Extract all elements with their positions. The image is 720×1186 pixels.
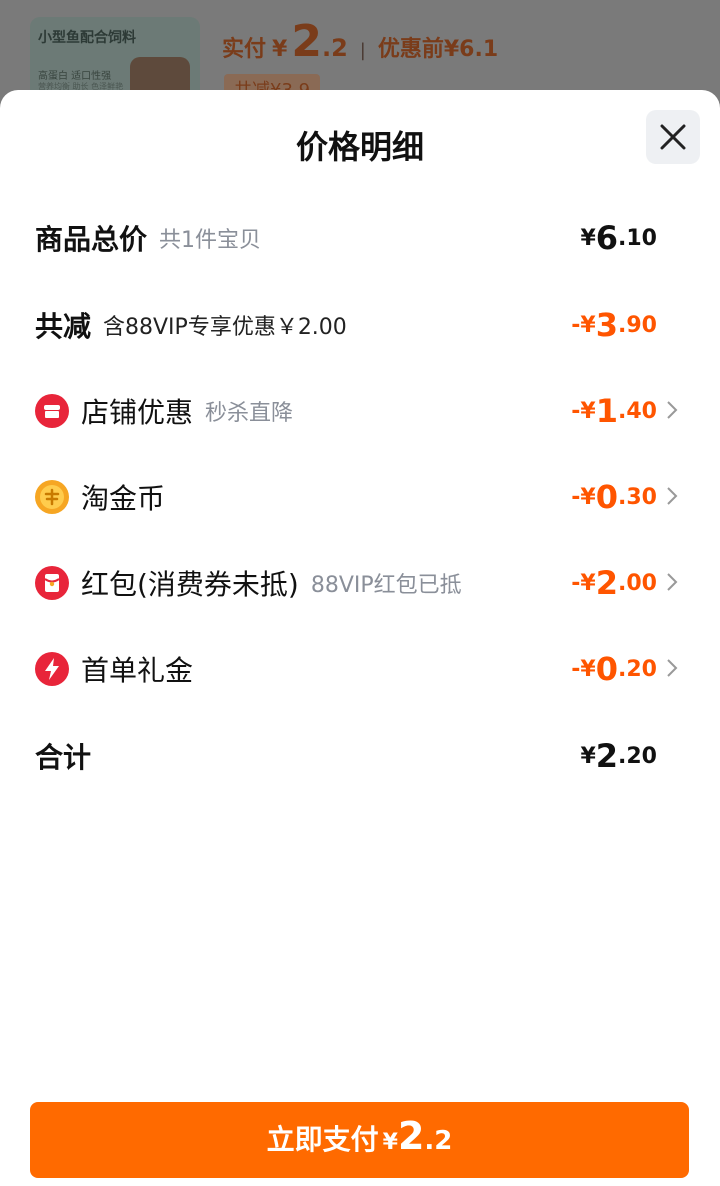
- row-amount: -¥ 3 .90: [571, 295, 657, 355]
- row-total-discount: 共减 含88VIP专享优惠￥2.00 -¥ 3 .90: [0, 295, 720, 355]
- row-title: 共减: [35, 310, 92, 343]
- chevron-right-icon: [667, 487, 678, 505]
- row-title: 淘金币: [81, 482, 166, 515]
- amount-dec: .10: [618, 225, 657, 251]
- original-price: 优惠前¥6.1: [377, 37, 499, 62]
- red-packet-icon: [35, 566, 69, 600]
- row-subtotal: 商品总价 共1件宝贝 ¥ 6 .10: [0, 208, 720, 268]
- amount-dec: .40: [618, 398, 657, 424]
- row-taojinbi[interactable]: 淘金币 -¥ 0 .30: [0, 467, 720, 527]
- close-button[interactable]: [646, 110, 700, 164]
- amount-sign: ¥: [580, 743, 596, 769]
- price-separator: |: [359, 40, 366, 61]
- row-shop-discount[interactable]: 店铺优惠 秒杀直降 -¥ 1 .40: [0, 381, 720, 441]
- amount-int: 3: [595, 306, 619, 344]
- background-price: 实付 ¥ 2 .2 | 优惠前¥6.1: [222, 16, 498, 67]
- amount-dec: .90: [618, 312, 657, 338]
- amount-dec: .20: [618, 743, 657, 769]
- row-subtitle: 88VIP红包已抵: [310, 573, 462, 598]
- coin-icon: [35, 480, 69, 514]
- price-yen: ¥: [272, 37, 288, 62]
- chevron-right-icon: [667, 573, 678, 591]
- row-subtitle: 共1件宝贝: [159, 228, 262, 253]
- amount-sign: -¥: [571, 656, 596, 682]
- row-amount: -¥ 0 .30: [571, 467, 657, 527]
- pay-yen: ¥: [382, 1130, 398, 1155]
- amount-sign: -¥: [571, 570, 596, 596]
- pay-label: 立即支付: [266, 1123, 379, 1156]
- row-subtitle: 含88VIP专享优惠￥2.00: [103, 315, 347, 340]
- pay-dec: .2: [424, 1126, 453, 1156]
- shop-icon: [35, 394, 69, 428]
- row-title: 合计: [35, 741, 92, 774]
- row-subtitle: 秒杀直降: [205, 401, 294, 426]
- price-dec: .2: [321, 34, 348, 62]
- row-amount: ¥ 2 .20: [580, 726, 657, 786]
- amount-int: 0: [595, 478, 619, 516]
- price-int: 2: [291, 16, 322, 67]
- amount-dec: .00: [618, 570, 657, 596]
- amount-int: 0: [595, 650, 619, 688]
- amount-int: 2: [595, 737, 619, 775]
- amount-sign: -¥: [571, 398, 596, 424]
- product-thumb-tagline: 高蛋白 适口性强: [38, 71, 112, 82]
- amount-int: 1: [595, 392, 619, 430]
- chevron-right-icon: [667, 659, 678, 677]
- chevron-right-icon: [667, 401, 678, 419]
- amount-sign: -¥: [571, 484, 596, 510]
- row-amount: -¥ 2 .00: [571, 553, 657, 613]
- row-title: 店铺优惠: [81, 396, 194, 429]
- price-label: 实付: [222, 37, 267, 62]
- row-total: 合计 ¥ 2 .20: [0, 726, 720, 786]
- pay-int: 2: [397, 1114, 425, 1158]
- amount-int: 6: [595, 219, 619, 257]
- amount-sign: ¥: [580, 225, 596, 251]
- product-thumb-title: 小型鱼配合饲料: [38, 30, 136, 46]
- pay-now-button[interactable]: 立即支付 ¥ 2 .2: [30, 1102, 689, 1178]
- row-title: 红包(消费券未抵): [81, 568, 299, 601]
- row-red-packet[interactable]: 红包(消费券未抵) 88VIP红包已抵 -¥ 2 .00: [0, 553, 720, 613]
- price-detail-sheet: 价格明细 商品总价 共1件宝贝 ¥ 6 .10 共减 含88VIP专享优惠￥2.…: [0, 90, 720, 1186]
- amount-dec: .20: [618, 656, 657, 682]
- row-title: 首单礼金: [81, 654, 194, 687]
- lightning-icon: [35, 652, 69, 686]
- row-amount: -¥ 1 .40: [571, 381, 657, 441]
- row-title: 商品总价: [35, 223, 148, 256]
- amount-int: 2: [595, 564, 619, 602]
- row-amount: -¥ 0 .20: [571, 639, 657, 699]
- close-icon: [660, 124, 686, 150]
- amount-sign: -¥: [571, 312, 596, 338]
- row-first-order-gift[interactable]: 首单礼金 -¥ 0 .20: [0, 639, 720, 699]
- amount-dec: .30: [618, 484, 657, 510]
- row-amount: ¥ 6 .10: [580, 208, 657, 268]
- sheet-title: 价格明细: [295, 128, 424, 166]
